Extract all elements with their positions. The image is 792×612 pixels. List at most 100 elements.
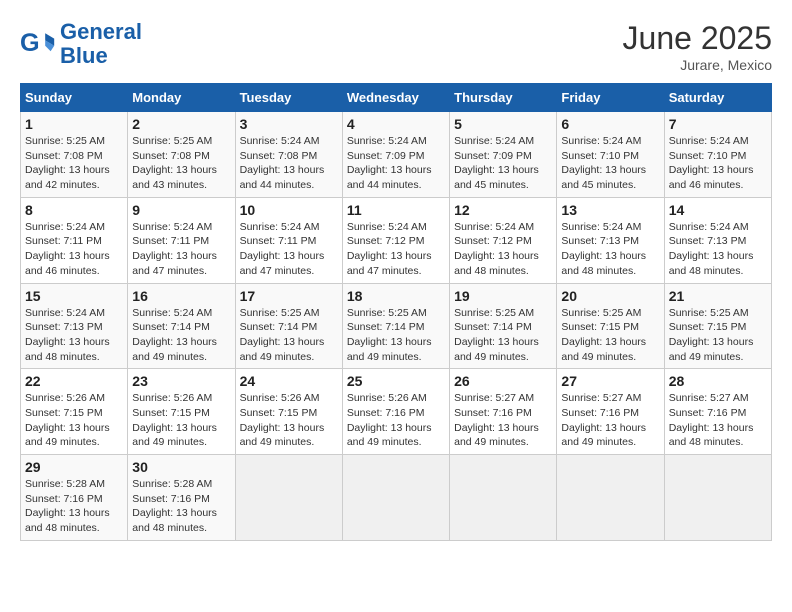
day-number: 30: [132, 459, 230, 475]
calendar-row: 22 Sunrise: 5:26 AM Sunset: 7:15 PM Dayl…: [21, 369, 772, 455]
table-row: 15 Sunrise: 5:24 AM Sunset: 7:13 PM Dayl…: [21, 283, 128, 369]
day-info: Sunrise: 5:25 AM Sunset: 7:14 PM Dayligh…: [347, 306, 445, 365]
logo-line2: Blue: [60, 43, 108, 68]
table-row: 28 Sunrise: 5:27 AM Sunset: 7:16 PM Dayl…: [664, 369, 771, 455]
svg-text:G: G: [20, 29, 40, 57]
table-row: [342, 455, 449, 541]
day-info: Sunrise: 5:27 AM Sunset: 7:16 PM Dayligh…: [669, 391, 767, 450]
table-row: 11 Sunrise: 5:24 AM Sunset: 7:12 PM Dayl…: [342, 197, 449, 283]
day-number: 19: [454, 288, 552, 304]
table-row: 10 Sunrise: 5:24 AM Sunset: 7:11 PM Dayl…: [235, 197, 342, 283]
day-info: Sunrise: 5:25 AM Sunset: 7:14 PM Dayligh…: [454, 306, 552, 365]
table-row: 5 Sunrise: 5:24 AM Sunset: 7:09 PM Dayli…: [450, 112, 557, 198]
day-info: Sunrise: 5:26 AM Sunset: 7:15 PM Dayligh…: [25, 391, 123, 450]
logo-line1: General: [60, 19, 142, 44]
day-info: Sunrise: 5:24 AM Sunset: 7:13 PM Dayligh…: [669, 220, 767, 279]
table-row: [450, 455, 557, 541]
day-number: 8: [25, 202, 123, 218]
day-info: Sunrise: 5:25 AM Sunset: 7:08 PM Dayligh…: [132, 134, 230, 193]
day-number: 14: [669, 202, 767, 218]
day-info: Sunrise: 5:24 AM Sunset: 7:08 PM Dayligh…: [240, 134, 338, 193]
table-row: 16 Sunrise: 5:24 AM Sunset: 7:14 PM Dayl…: [128, 283, 235, 369]
title-block: June 2025 Jurare, Mexico: [623, 20, 772, 73]
day-info: Sunrise: 5:24 AM Sunset: 7:12 PM Dayligh…: [454, 220, 552, 279]
day-number: 16: [132, 288, 230, 304]
day-info: Sunrise: 5:26 AM Sunset: 7:16 PM Dayligh…: [347, 391, 445, 450]
table-row: [235, 455, 342, 541]
day-number: 28: [669, 373, 767, 389]
calendar-row: 1 Sunrise: 5:25 AM Sunset: 7:08 PM Dayli…: [21, 112, 772, 198]
day-info: Sunrise: 5:24 AM Sunset: 7:11 PM Dayligh…: [132, 220, 230, 279]
day-number: 22: [25, 373, 123, 389]
day-number: 10: [240, 202, 338, 218]
day-number: 4: [347, 116, 445, 132]
day-number: 15: [25, 288, 123, 304]
day-info: Sunrise: 5:27 AM Sunset: 7:16 PM Dayligh…: [561, 391, 659, 450]
table-row: 3 Sunrise: 5:24 AM Sunset: 7:08 PM Dayli…: [235, 112, 342, 198]
day-number: 23: [132, 373, 230, 389]
table-row: 22 Sunrise: 5:26 AM Sunset: 7:15 PM Dayl…: [21, 369, 128, 455]
logo-icon: G: [20, 26, 56, 62]
day-number: 21: [669, 288, 767, 304]
day-number: 6: [561, 116, 659, 132]
day-info: Sunrise: 5:24 AM Sunset: 7:11 PM Dayligh…: [240, 220, 338, 279]
day-info: Sunrise: 5:24 AM Sunset: 7:12 PM Dayligh…: [347, 220, 445, 279]
day-number: 18: [347, 288, 445, 304]
day-info: Sunrise: 5:25 AM Sunset: 7:15 PM Dayligh…: [669, 306, 767, 365]
table-row: 7 Sunrise: 5:24 AM Sunset: 7:10 PM Dayli…: [664, 112, 771, 198]
table-row: [664, 455, 771, 541]
calendar-row: 29 Sunrise: 5:28 AM Sunset: 7:16 PM Dayl…: [21, 455, 772, 541]
day-info: Sunrise: 5:24 AM Sunset: 7:09 PM Dayligh…: [347, 134, 445, 193]
table-row: 17 Sunrise: 5:25 AM Sunset: 7:14 PM Dayl…: [235, 283, 342, 369]
day-number: 24: [240, 373, 338, 389]
day-info: Sunrise: 5:28 AM Sunset: 7:16 PM Dayligh…: [25, 477, 123, 536]
table-row: 13 Sunrise: 5:24 AM Sunset: 7:13 PM Dayl…: [557, 197, 664, 283]
day-number: 5: [454, 116, 552, 132]
day-number: 17: [240, 288, 338, 304]
page-header: G General Blue June 2025 Jurare, Mexico: [20, 20, 772, 73]
month-title: June 2025: [623, 20, 772, 57]
day-info: Sunrise: 5:24 AM Sunset: 7:11 PM Dayligh…: [25, 220, 123, 279]
col-thursday: Thursday: [450, 84, 557, 112]
day-info: Sunrise: 5:27 AM Sunset: 7:16 PM Dayligh…: [454, 391, 552, 450]
day-info: Sunrise: 5:25 AM Sunset: 7:14 PM Dayligh…: [240, 306, 338, 365]
table-row: 8 Sunrise: 5:24 AM Sunset: 7:11 PM Dayli…: [21, 197, 128, 283]
table-row: 24 Sunrise: 5:26 AM Sunset: 7:15 PM Dayl…: [235, 369, 342, 455]
day-number: 13: [561, 202, 659, 218]
day-info: Sunrise: 5:24 AM Sunset: 7:13 PM Dayligh…: [25, 306, 123, 365]
table-row: 9 Sunrise: 5:24 AM Sunset: 7:11 PM Dayli…: [128, 197, 235, 283]
col-tuesday: Tuesday: [235, 84, 342, 112]
table-row: 18 Sunrise: 5:25 AM Sunset: 7:14 PM Dayl…: [342, 283, 449, 369]
table-row: 12 Sunrise: 5:24 AM Sunset: 7:12 PM Dayl…: [450, 197, 557, 283]
day-number: 25: [347, 373, 445, 389]
table-row: 6 Sunrise: 5:24 AM Sunset: 7:10 PM Dayli…: [557, 112, 664, 198]
logo: G General Blue: [20, 20, 142, 68]
table-row: 25 Sunrise: 5:26 AM Sunset: 7:16 PM Dayl…: [342, 369, 449, 455]
day-info: Sunrise: 5:26 AM Sunset: 7:15 PM Dayligh…: [132, 391, 230, 450]
day-info: Sunrise: 5:28 AM Sunset: 7:16 PM Dayligh…: [132, 477, 230, 536]
table-row: 4 Sunrise: 5:24 AM Sunset: 7:09 PM Dayli…: [342, 112, 449, 198]
col-monday: Monday: [128, 84, 235, 112]
day-number: 20: [561, 288, 659, 304]
day-info: Sunrise: 5:24 AM Sunset: 7:14 PM Dayligh…: [132, 306, 230, 365]
table-row: 21 Sunrise: 5:25 AM Sunset: 7:15 PM Dayl…: [664, 283, 771, 369]
day-number: 11: [347, 202, 445, 218]
day-number: 7: [669, 116, 767, 132]
calendar-table: Sunday Monday Tuesday Wednesday Thursday…: [20, 83, 772, 541]
day-number: 9: [132, 202, 230, 218]
day-info: Sunrise: 5:24 AM Sunset: 7:10 PM Dayligh…: [669, 134, 767, 193]
table-row: 26 Sunrise: 5:27 AM Sunset: 7:16 PM Dayl…: [450, 369, 557, 455]
col-friday: Friday: [557, 84, 664, 112]
col-saturday: Saturday: [664, 84, 771, 112]
table-row: 14 Sunrise: 5:24 AM Sunset: 7:13 PM Dayl…: [664, 197, 771, 283]
day-info: Sunrise: 5:26 AM Sunset: 7:15 PM Dayligh…: [240, 391, 338, 450]
calendar-row: 8 Sunrise: 5:24 AM Sunset: 7:11 PM Dayli…: [21, 197, 772, 283]
table-row: 23 Sunrise: 5:26 AM Sunset: 7:15 PM Dayl…: [128, 369, 235, 455]
day-info: Sunrise: 5:24 AM Sunset: 7:09 PM Dayligh…: [454, 134, 552, 193]
table-row: 2 Sunrise: 5:25 AM Sunset: 7:08 PM Dayli…: [128, 112, 235, 198]
table-row: 20 Sunrise: 5:25 AM Sunset: 7:15 PM Dayl…: [557, 283, 664, 369]
day-number: 2: [132, 116, 230, 132]
table-row: 19 Sunrise: 5:25 AM Sunset: 7:14 PM Dayl…: [450, 283, 557, 369]
table-row: [557, 455, 664, 541]
logo-text: General Blue: [60, 20, 142, 68]
